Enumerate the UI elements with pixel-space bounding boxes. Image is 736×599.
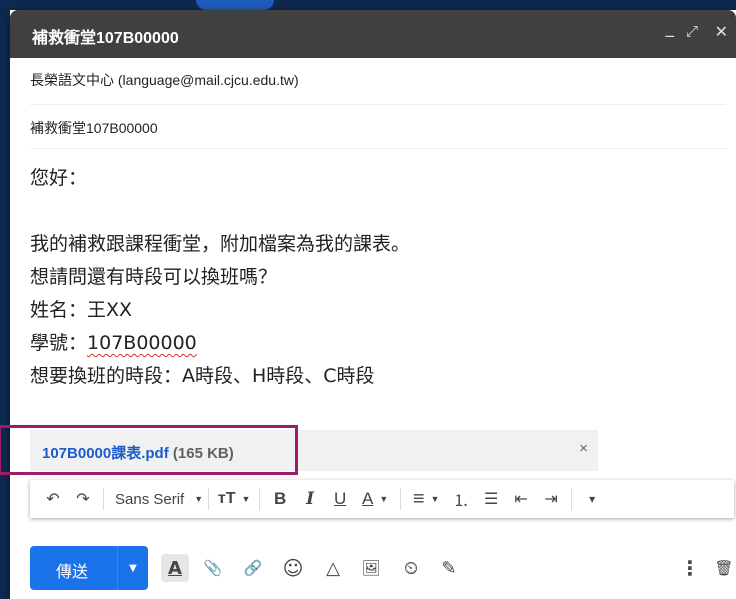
chevron-down-icon: ▼ <box>430 494 440 504</box>
chevron-down-icon: ▼ <box>241 494 251 504</box>
toolbar-divider <box>400 488 402 510</box>
emoji-icon[interactable]: ☺ <box>279 554 307 582</box>
attachment-size: (165 KB) <box>172 445 234 462</box>
background-window-tab <box>196 0 274 10</box>
attach-file-icon[interactable]: 📎 <box>199 554 227 582</box>
message-body[interactable]: 您好： 我的補救跟課程衝堂，附加檔案為我的課表。 想請問還有時段可以換班嗎？ 姓… <box>30 162 410 393</box>
recipient-chip[interactable]: 長榮語文中心 (language@mail.cjcu.edu.tw) <box>30 70 299 90</box>
insert-link-icon[interactable]: 🔗 <box>239 554 267 582</box>
toolbar-divider <box>103 488 104 510</box>
text-color-button[interactable]: A ▼ <box>355 484 395 514</box>
recipients-field[interactable]: 長榮語文中心 (language@mail.cjcu.edu.tw) <box>30 68 726 105</box>
bold-button[interactable]: B <box>265 484 295 514</box>
toolbar-divider <box>571 488 573 510</box>
more-options-icon[interactable]: ⋮ <box>676 554 704 582</box>
toolbar-divider <box>259 488 261 510</box>
compose-window: 補救衝堂107B00000 _ ⤢ ✕ 長榮語文中心 (language@mai… <box>0 10 736 599</box>
compose-bottom-bar: 傳送 ▼ A 📎 🔗 ☺ △ 🖼 ⏲ ✎ ⋮ 🗑 <box>30 546 736 590</box>
undo-icon[interactable]: ↶ <box>38 484 68 514</box>
redo-icon[interactable]: ↷ <box>68 484 98 514</box>
drive-icon[interactable]: △ <box>319 554 347 582</box>
send-button[interactable]: 傳送 ▼ <box>30 546 148 590</box>
subject-field[interactable]: 補救衝堂107B00000 <box>30 112 726 149</box>
student-id-value: 107B00000 <box>87 332 197 354</box>
formatting-toolbar: ↶ ↷ Sans Serif ▼ тT ▼ B I U A ▼ ≡ ▼ ⒈ ☰ ⇤ ⇥ … <box>30 480 734 518</box>
align-button[interactable]: ≡ ▼ <box>406 484 446 514</box>
student-id-line: 學號：107B00000 <box>30 327 410 360</box>
minimize-icon[interactable]: _ <box>666 18 675 38</box>
greeting-line: 您好： <box>30 167 88 189</box>
font-size-select[interactable]: тT ▼ <box>214 484 254 514</box>
send-options-icon[interactable]: ▼ <box>118 546 148 590</box>
subject-text: 補救衝堂107B00000 <box>30 120 158 136</box>
discard-draft-icon[interactable]: 🗑 <box>710 554 736 582</box>
compose-titlebar[interactable]: 補救衝堂107B00000 _ ⤢ ✕ <box>10 10 736 58</box>
slots-line: 想要換班的時段：A時段、H時段、C時段 <box>30 365 375 387</box>
formatting-options-icon[interactable]: A <box>161 554 189 582</box>
chevron-down-icon: ▼ <box>194 494 204 504</box>
confidential-mode-icon[interactable]: ⏲ <box>397 554 425 582</box>
font-family-select[interactable]: Sans Serif ▼ <box>109 484 203 514</box>
send-label: 傳送 <box>56 562 89 581</box>
close-icon[interactable]: ✕ <box>715 22 728 41</box>
attachment-name[interactable]: 107B0000課表.pdf (165 KB) <box>42 442 234 463</box>
chevron-down-icon: ▼ <box>379 494 389 504</box>
name-line: 姓名：王XX <box>30 299 133 321</box>
fullscreen-icon[interactable]: ⤢ <box>686 22 698 40</box>
compose-title: 補救衝堂107B00000 <box>32 30 179 47</box>
body-line-1: 我的補救跟課程衝堂，附加檔案為我的課表。 <box>30 233 411 255</box>
more-formatting-icon[interactable]: ▾ <box>577 484 607 514</box>
underline-button[interactable]: U <box>325 484 355 514</box>
indent-less-icon[interactable]: ⇤ <box>506 484 536 514</box>
student-id-label: 學號： <box>30 332 88 354</box>
indent-more-icon[interactable]: ⇥ <box>536 484 566 514</box>
remove-attachment-icon[interactable]: × <box>579 440 588 457</box>
attachment-chip[interactable]: 107B0000課表.pdf (165 KB) × <box>30 430 598 471</box>
body-line-2: 想請問還有時段可以換班嗎？ <box>30 266 278 288</box>
signature-icon[interactable]: ✎ <box>435 554 463 582</box>
numbered-list-icon[interactable]: ⒈ <box>446 484 476 514</box>
insert-photo-icon[interactable]: 🖼 <box>357 554 385 582</box>
bulleted-list-icon[interactable]: ☰ <box>476 484 506 514</box>
toolbar-divider <box>208 488 210 510</box>
italic-button[interactable]: I <box>295 484 325 514</box>
